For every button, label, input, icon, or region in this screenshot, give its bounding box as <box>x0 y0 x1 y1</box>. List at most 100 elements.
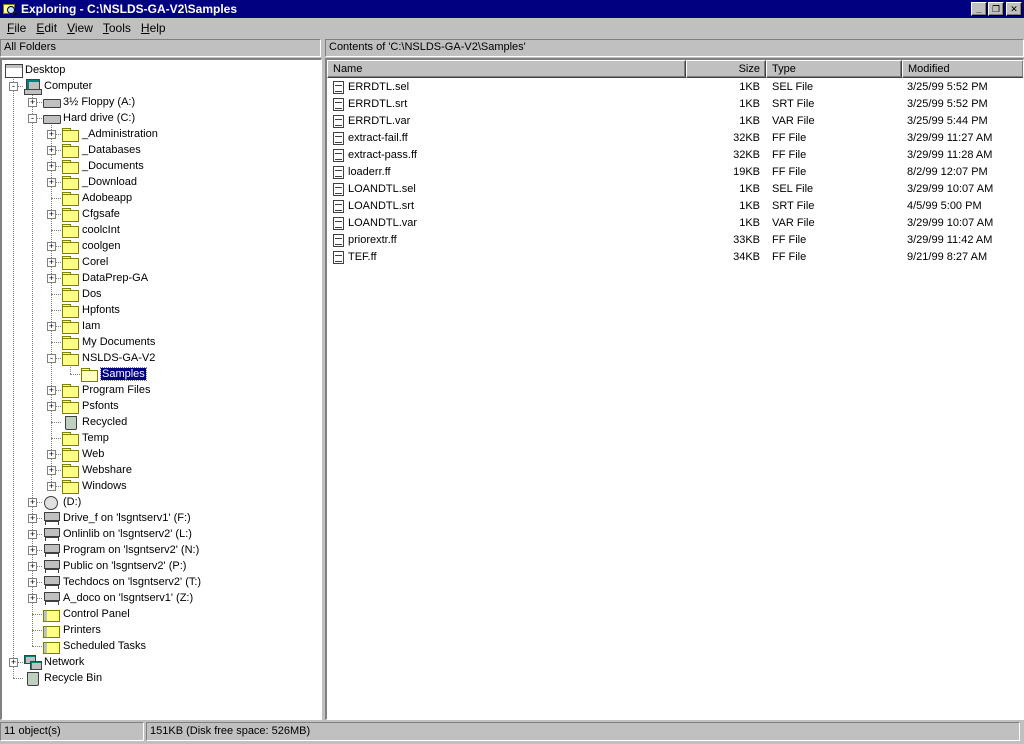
menu-help[interactable]: Help <box>136 21 171 35</box>
collapse-icon[interactable]: - <box>28 114 37 123</box>
file-row[interactable]: LOANDTL.srt 1KB SRT File 4/5/99 5:00 PM <box>327 198 1023 215</box>
expand-icon[interactable]: + <box>47 178 56 187</box>
tree-item[interactable]: Desktop <box>4 62 65 78</box>
tree-item[interactable]: Computer <box>23 78 93 95</box>
tree-item[interactable]: Hpfonts <box>61 302 120 318</box>
tree-item[interactable]: Printers <box>42 622 101 638</box>
explorer-icon[interactable] <box>3 2 17 16</box>
tree-item[interactable]: Network <box>23 654 84 670</box>
tree-item-label: Temp <box>82 432 109 444</box>
tree-item[interactable]: A_doco on 'lsgntserv1' (Z:) <box>42 590 193 606</box>
column-header-type[interactable]: Type <box>766 60 902 78</box>
column-headers: Name Size Type Modified <box>327 60 1023 78</box>
tree-item[interactable]: Samples <box>80 366 147 382</box>
tree-item[interactable]: coolcInt <box>61 222 120 238</box>
expand-icon[interactable]: + <box>28 578 37 587</box>
tree-item[interactable]: _Administration <box>61 126 158 142</box>
file-row[interactable]: extract-pass.ff 32KB FF File 3/29/99 11:28 … <box>327 147 1023 164</box>
tree-item[interactable]: Program Files <box>61 382 150 398</box>
file-row[interactable]: ERRDTL.var 1KB VAR File 3/25/99 5:44 PM <box>327 113 1023 130</box>
expand-icon[interactable]: + <box>28 514 37 523</box>
tree-item[interactable]: Recycled <box>61 414 127 430</box>
expand-icon[interactable]: + <box>9 658 18 667</box>
tree-item[interactable]: Hard drive (C:) <box>42 110 135 126</box>
title-bar[interactable]: Exploring - C:\NSLDS-GA-V2\Samples _ ❐ ✕ <box>0 0 1024 18</box>
file-list[interactable]: Name Size Type Modified ERRDTL.sel 1KB SEL… <box>325 58 1024 720</box>
tree-item[interactable]: _Download <box>61 174 137 190</box>
expand-icon[interactable]: + <box>28 98 37 107</box>
file-row[interactable]: loaderr.ff 19KB FF File 8/2/99 12:07 PM <box>327 164 1023 181</box>
expand-icon[interactable]: + <box>47 162 56 171</box>
tree-item[interactable]: Web <box>61 446 104 462</box>
expand-icon[interactable]: + <box>47 258 56 267</box>
folder-tree[interactable]: Desktop - Computer +3½ Floppy (A:) - Hard dri… <box>0 58 322 720</box>
expand-icon[interactable]: + <box>47 274 56 283</box>
expand-icon[interactable]: + <box>28 498 37 507</box>
tree-item-label: Computer <box>44 80 93 92</box>
file-type: SRT File <box>772 98 815 110</box>
minimize-button[interactable]: _ <box>971 2 987 16</box>
file-row[interactable]: extract-fail.ff 32KB FF File 3/29/99 11:27 … <box>327 130 1023 147</box>
collapse-icon[interactable]: - <box>47 354 56 363</box>
expand-icon[interactable]: + <box>47 210 56 219</box>
restore-button[interactable]: ❐ <box>988 2 1004 16</box>
tree-item-label: Recycle Bin <box>44 672 103 684</box>
tree-item[interactable]: Public on 'lsgntserv2' (P:) <box>42 558 186 574</box>
tree-item[interactable]: Iam <box>61 318 100 334</box>
expand-icon[interactable]: + <box>28 530 37 539</box>
menu-view[interactable]: View <box>62 21 98 35</box>
tree-item[interactable]: Cfgsafe <box>61 206 120 222</box>
tree-item[interactable]: Corel <box>61 254 108 270</box>
file-row[interactable]: ERRDTL.sel 1KB SEL File 3/25/99 5:52 PM <box>327 79 1023 96</box>
file-row[interactable]: ERRDTL.srt 1KB SRT File 3/25/99 5:52 PM <box>327 96 1023 113</box>
column-header-modified[interactable]: Modified <box>902 60 1023 78</box>
expand-icon[interactable]: + <box>28 546 37 555</box>
menu-edit[interactable]: Edit <box>31 21 62 35</box>
tree-item[interactable]: Temp <box>61 430 109 446</box>
expand-icon[interactable]: + <box>28 594 37 603</box>
tree-item[interactable]: DataPrep-GA <box>61 270 148 286</box>
expand-icon[interactable]: + <box>47 130 56 139</box>
tree-item[interactable]: (D:) <box>42 494 81 510</box>
expand-icon[interactable]: + <box>47 466 56 475</box>
tree-item[interactable]: Adobeapp <box>61 190 132 206</box>
tree-item[interactable]: 3½ Floppy (A:) <box>42 94 135 110</box>
expand-icon[interactable]: + <box>47 322 56 331</box>
tree-item[interactable]: Onlinlib on 'lsgntserv2' (L:) <box>42 526 192 542</box>
expand-icon[interactable]: + <box>47 242 56 251</box>
menu-file[interactable]: File <box>2 21 31 35</box>
folder-icon <box>61 175 79 190</box>
file-row[interactable]: TEF.ff 34KB FF File 9/21/99 8:27 AM <box>327 249 1023 266</box>
expand-icon[interactable]: + <box>47 402 56 411</box>
expand-icon[interactable]: + <box>47 450 56 459</box>
menu-tools[interactable]: Tools <box>98 21 136 35</box>
file-row[interactable]: priorextr.ff 33KB FF File 3/29/99 11:42 AM <box>327 232 1023 249</box>
tree-item[interactable]: Scheduled Tasks <box>42 638 146 654</box>
close-button[interactable]: ✕ <box>1006 2 1022 16</box>
expand-icon[interactable]: + <box>47 482 56 491</box>
tree-item[interactable]: NSLDS-GA-V2 <box>61 350 155 366</box>
tree-item[interactable]: Control Panel <box>42 606 130 622</box>
tree-item[interactable]: Drive_f on 'lsgntserv1' (F:) <box>42 510 191 526</box>
expand-icon[interactable]: + <box>28 562 37 571</box>
tree-item[interactable]: My Documents <box>61 334 155 350</box>
tree-item[interactable]: Recycle Bin <box>23 670 102 686</box>
tree-item[interactable]: coolgen <box>61 238 121 254</box>
column-header-name[interactable]: Name <box>327 60 686 78</box>
tree-item[interactable]: Webshare <box>61 462 132 478</box>
recycled-icon <box>61 415 79 430</box>
tree-item[interactable]: Techdocs on 'lsgntserv2' (T:) <box>42 574 201 590</box>
tree-item[interactable]: _Databases <box>61 142 141 158</box>
tree-item[interactable]: Windows <box>61 478 127 494</box>
expand-icon[interactable]: + <box>47 146 56 155</box>
column-header-size[interactable]: Size <box>686 60 766 78</box>
tree-item[interactable]: Program on 'lsgntserv2' (N:) <box>42 542 199 558</box>
file-row[interactable]: LOANDTL.var 1KB VAR File 3/29/99 10:07 AM <box>327 215 1023 232</box>
tree-item[interactable]: Dos <box>61 286 102 302</box>
tree-item[interactable]: Psfonts <box>61 398 119 414</box>
tree-item-label: 3½ Floppy (A:) <box>63 96 136 108</box>
file-row[interactable]: LOANDTL.sel 1KB SEL File 3/29/99 10:07 AM <box>327 181 1023 198</box>
tree-item[interactable]: _Documents <box>61 158 144 174</box>
collapse-icon[interactable]: - <box>9 82 18 91</box>
expand-icon[interactable]: + <box>47 386 56 395</box>
